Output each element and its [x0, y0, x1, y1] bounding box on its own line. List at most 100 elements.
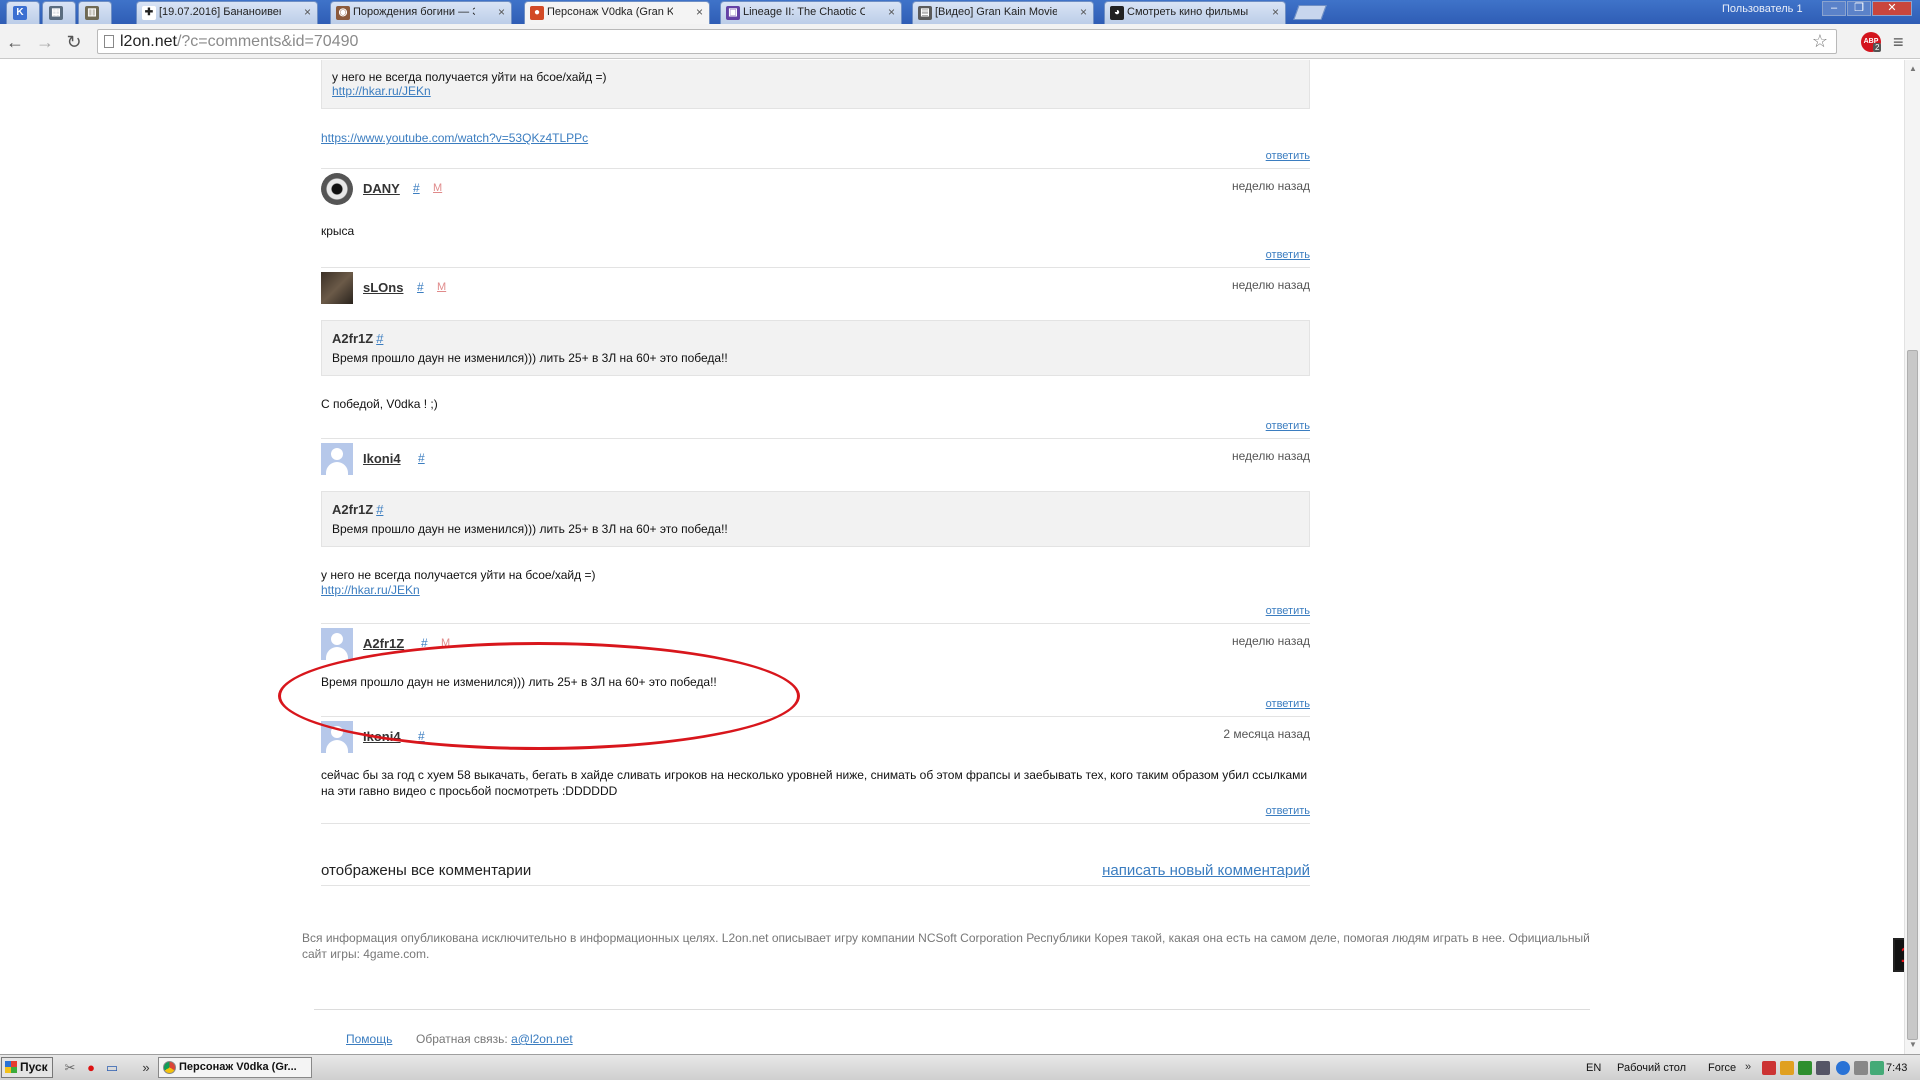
tray-expand-icon[interactable]: »: [1745, 1061, 1759, 1075]
message-link[interactable]: M: [437, 281, 446, 293]
bookmark-star-icon[interactable]: ☆: [1812, 30, 1828, 53]
comment-time: неделю назад: [1232, 449, 1310, 463]
close-icon[interactable]: ×: [304, 2, 311, 23]
write-new-comment-link[interactable]: написать новый комментарий: [1102, 862, 1310, 879]
quote-permalink[interactable]: #: [376, 331, 383, 346]
default-avatar-icon[interactable]: [321, 443, 353, 475]
language-indicator[interactable]: EN: [1586, 1062, 1601, 1074]
reload-icon[interactable]: ↻: [63, 31, 85, 53]
quote-permalink[interactable]: #: [376, 502, 383, 517]
tab-movies[interactable]: ◕ Смотреть кино фильмы он ×: [1104, 1, 1286, 24]
page-viewport: у него не всегда получается уйти на бсое…: [0, 60, 1920, 1054]
scroll-down-icon[interactable]: ▼: [1909, 1040, 1917, 1049]
feedback-email-link[interactable]: a@l2on.net: [511, 1032, 573, 1046]
twitch-icon: ▣: [726, 6, 740, 20]
scroll-thumb[interactable]: [1907, 350, 1918, 1040]
quicklaunch-expand-icon[interactable]: »: [138, 1060, 154, 1076]
vk-icon: K: [13, 6, 27, 20]
tab-video[interactable]: ▤ [Видео] Gran Kain Movies - ×: [912, 1, 1094, 24]
tab-title: [19.07.2016] Бананоивент |: [159, 6, 281, 18]
reply-link[interactable]: ответить: [1266, 605, 1310, 617]
adblock-count-badge: 2: [1873, 43, 1882, 52]
avatar[interactable]: [321, 173, 353, 205]
avatar[interactable]: [321, 272, 353, 304]
tray-app-icon[interactable]: [1798, 1061, 1812, 1075]
tools-icon[interactable]: ✂: [62, 1060, 78, 1076]
youtube-link[interactable]: https://www.youtube.com/watch?v=53QKz4TL…: [321, 131, 588, 145]
quote-text: Время прошло даун не изменился))) лить 2…: [332, 522, 728, 536]
face-icon: ◕: [1110, 6, 1124, 20]
permalink-hash[interactable]: #: [413, 181, 420, 195]
reply-link[interactable]: ответить: [1266, 420, 1310, 432]
force-toolbar[interactable]: Force: [1708, 1062, 1736, 1074]
taskbar-chrome-window[interactable]: Персонаж V0dka (Gr...: [158, 1057, 312, 1078]
site-icon: ▥: [85, 6, 99, 20]
comment-body: крыса: [321, 224, 355, 238]
close-icon[interactable]: ×: [1272, 2, 1279, 23]
disclaimer-text: Вся информация опубликована исключительн…: [302, 931, 1590, 961]
divider: [321, 885, 1310, 886]
reply-link[interactable]: ответить: [1266, 805, 1310, 817]
help-link[interactable]: Помощь: [346, 1032, 392, 1046]
comment-time: неделю назад: [1232, 278, 1310, 292]
minimize-button[interactable]: –: [1822, 1, 1846, 16]
message-link[interactable]: M: [433, 182, 442, 194]
comment-author[interactable]: DANY: [363, 181, 400, 196]
address-bar[interactable]: l2on.net/?c=comments&id=70490 ☆: [97, 29, 1837, 54]
quote-link[interactable]: http://hkar.ru/JEKn: [332, 84, 431, 98]
tab-twitch[interactable]: ▣ Lineage II: The Chaotic Chro ×: [720, 1, 902, 24]
scroll-up-icon[interactable]: ▲: [1909, 64, 1917, 73]
comment-author[interactable]: Ikoni4: [363, 451, 401, 466]
show-desktop-icon[interactable]: ▭: [104, 1060, 120, 1076]
close-icon[interactable]: ×: [1080, 2, 1087, 23]
opera-icon[interactable]: ●: [83, 1060, 99, 1076]
reply-link[interactable]: ответить: [1266, 150, 1310, 162]
tab-pinned-2[interactable]: ▦: [42, 1, 76, 24]
tab-bananaevent[interactable]: ✚ [19.07.2016] Бананоивент | ×: [136, 1, 318, 24]
profile-label[interactable]: Пользователь 1: [1722, 3, 1803, 15]
comment-time: неделю назад: [1232, 179, 1310, 193]
vertical-scrollbar[interactable]: ▲ ▼: [1904, 60, 1920, 1054]
clock[interactable]: 7:43: [1886, 1062, 1907, 1074]
comment-body: С победой, V0dka ! ;): [321, 397, 438, 411]
quote-block: A2fr1Z # Время прошло даун не изменился))…: [321, 320, 1310, 376]
close-icon[interactable]: ×: [888, 2, 895, 23]
permalink-hash[interactable]: #: [417, 280, 424, 294]
quote-author: A2fr1Z #: [332, 502, 384, 517]
network-icon[interactable]: [1836, 1061, 1850, 1075]
close-window-button[interactable]: ✕: [1872, 1, 1912, 16]
reply-link[interactable]: ответить: [1266, 698, 1310, 710]
desktop-toolbar[interactable]: Рабочий стол: [1617, 1062, 1686, 1074]
tray-app-icon[interactable]: [1870, 1061, 1884, 1075]
feedback: Обратная связь: a@l2on.net: [416, 1032, 573, 1046]
restore-button[interactable]: ❐: [1847, 1, 1871, 16]
highlight-ellipse: [278, 642, 800, 750]
comment-link[interactable]: http://hkar.ru/JEKn: [321, 583, 420, 597]
forward-arrow-icon[interactable]: →: [34, 31, 56, 53]
back-arrow-icon[interactable]: ←: [4, 31, 26, 53]
tray-app-icon[interactable]: [1816, 1061, 1830, 1075]
default-avatar-icon[interactable]: [321, 628, 353, 660]
tab-title: Смотреть кино фильмы он: [1127, 6, 1249, 18]
comment-time: неделю назад: [1232, 634, 1310, 648]
permalink-hash[interactable]: #: [418, 451, 425, 465]
menu-icon[interactable]: ≡: [1893, 32, 1904, 53]
quote-fragment: у него не всегда получается уйти на бсое…: [321, 60, 1310, 109]
close-icon[interactable]: ×: [696, 2, 703, 23]
tab-encyclopedia[interactable]: ◉ Порождения богини — Энц ×: [330, 1, 512, 24]
windows-logo-icon: [5, 1061, 17, 1073]
volume-icon[interactable]: [1854, 1061, 1868, 1075]
tab-pinned-3[interactable]: ▥: [78, 1, 112, 24]
close-icon[interactable]: ×: [498, 2, 505, 23]
tab-active-character[interactable]: ● Персонаж V0dka (Gran Kain ×: [524, 1, 710, 24]
site-icon: ●: [530, 6, 544, 20]
start-button[interactable]: Пуск: [1, 1057, 53, 1078]
reply-link[interactable]: ответить: [1266, 249, 1310, 261]
tray-app-icon[interactable]: [1780, 1061, 1794, 1075]
tray-app-icon[interactable]: [1762, 1061, 1776, 1075]
new-tab-button[interactable]: [1293, 5, 1327, 20]
comment-author[interactable]: sLOns: [363, 280, 403, 295]
comment-author[interactable]: A2fr1Z: [363, 636, 404, 651]
cross-icon: ✚: [142, 6, 156, 20]
tab-pinned-vk[interactable]: K: [6, 1, 40, 24]
